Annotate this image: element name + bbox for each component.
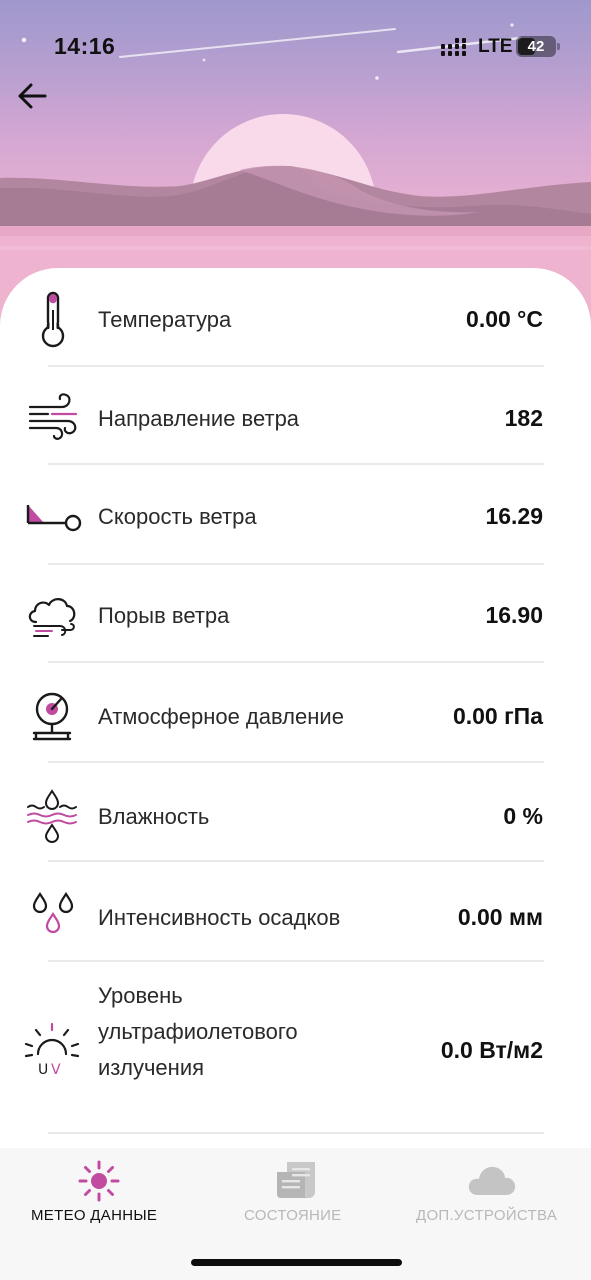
metric-label: Атмосферное давление <box>98 704 344 729</box>
wind-direction-icon <box>28 393 78 440</box>
metric-label: Влажность <box>98 804 210 829</box>
divider <box>48 661 544 663</box>
metric-row-wind-speed: Скорость ветра 16.29 <box>0 467 591 566</box>
home-indicator <box>191 1259 402 1266</box>
metric-row-temperature: Температура 0.00 °C <box>0 270 591 368</box>
precipitation-icon <box>32 892 74 934</box>
cloud-icon <box>468 1166 516 1195</box>
divider <box>48 761 544 763</box>
arrow-left-icon <box>18 83 47 109</box>
uv-icon: U V <box>24 1022 80 1078</box>
metric-value: 0.00 мм <box>457 904 543 930</box>
metric-row-uv: U V Уровень ультрафиолетового излучения … <box>0 964 591 1136</box>
metric-value: 0.0 Вт/м2 <box>440 1037 543 1063</box>
tab-label: СОСТОЯНИЕ <box>244 1207 342 1224</box>
metric-label-line: Уровень <box>98 983 183 1008</box>
tab-label: МЕТЕО ДАННЫЕ <box>31 1207 158 1224</box>
metric-row-precipitation: Интенсивность осадков 0.00 мм <box>0 864 591 964</box>
wind-speed-icon <box>26 505 82 532</box>
metric-value: 16.90 <box>485 602 543 628</box>
metric-label: Уровень ультрафиолетового излучения <box>98 978 298 1086</box>
metric-label-line: излучения <box>98 1055 205 1080</box>
svg-text:V: V <box>51 1062 61 1078</box>
metric-value: 0.00 °C <box>466 306 543 332</box>
metric-value: 0.00 гПа <box>452 703 543 729</box>
divider <box>48 1132 544 1134</box>
tab-label: ДОП.УСТРОЙСТВА <box>416 1207 558 1224</box>
humidity-icon <box>27 789 77 844</box>
metric-label: Скорость ветра <box>98 504 257 529</box>
thermometer-icon <box>41 291 65 348</box>
metric-label-line: ультрафиолетового <box>98 1019 298 1044</box>
status-time: 14:16 <box>54 33 116 59</box>
metric-row-pressure: Атмосферное давление 0.00 гПа <box>0 665 591 765</box>
tab-meteo-data[interactable]: МЕТЕО ДАННЫЕ <box>10 1148 188 1248</box>
divider <box>48 960 544 962</box>
back-button[interactable] <box>14 78 54 114</box>
metric-row-humidity: Влажность 0 % <box>0 765 591 865</box>
sun-icon <box>78 1160 120 1202</box>
tab-status[interactable]: СОСТОЯНИЕ <box>230 1148 360 1248</box>
divider <box>48 463 544 465</box>
metric-row-wind-gust: Порыв ветра 16.90 <box>0 566 591 666</box>
battery-icon: 42 <box>516 36 560 57</box>
metric-label: Температура <box>98 307 232 332</box>
svg-text:U: U <box>38 1062 48 1078</box>
divider <box>48 860 544 862</box>
metric-value: 16.29 <box>485 503 543 529</box>
wind-gust-icon <box>28 598 76 637</box>
battery-level: 42 <box>527 38 545 55</box>
metric-value: 182 <box>504 405 543 431</box>
metric-row-wind-direction: Направление ветра 182 <box>0 367 591 467</box>
barometer-icon <box>32 692 72 741</box>
cellular-signal-icon <box>441 38 466 56</box>
divider <box>48 563 544 565</box>
status-bar: 14:16 LTE 42 <box>0 0 591 90</box>
metric-label: Порыв ветра <box>98 603 230 628</box>
metric-label: Направление ветра <box>98 406 300 431</box>
metric-value: 0 % <box>503 803 543 829</box>
document-icon <box>277 1162 315 1198</box>
network-type: LTE <box>478 36 513 57</box>
metric-label: Интенсивность осадков <box>98 905 341 930</box>
tab-extra-devices[interactable]: ДОП.УСТРОЙСТВА <box>410 1148 580 1248</box>
